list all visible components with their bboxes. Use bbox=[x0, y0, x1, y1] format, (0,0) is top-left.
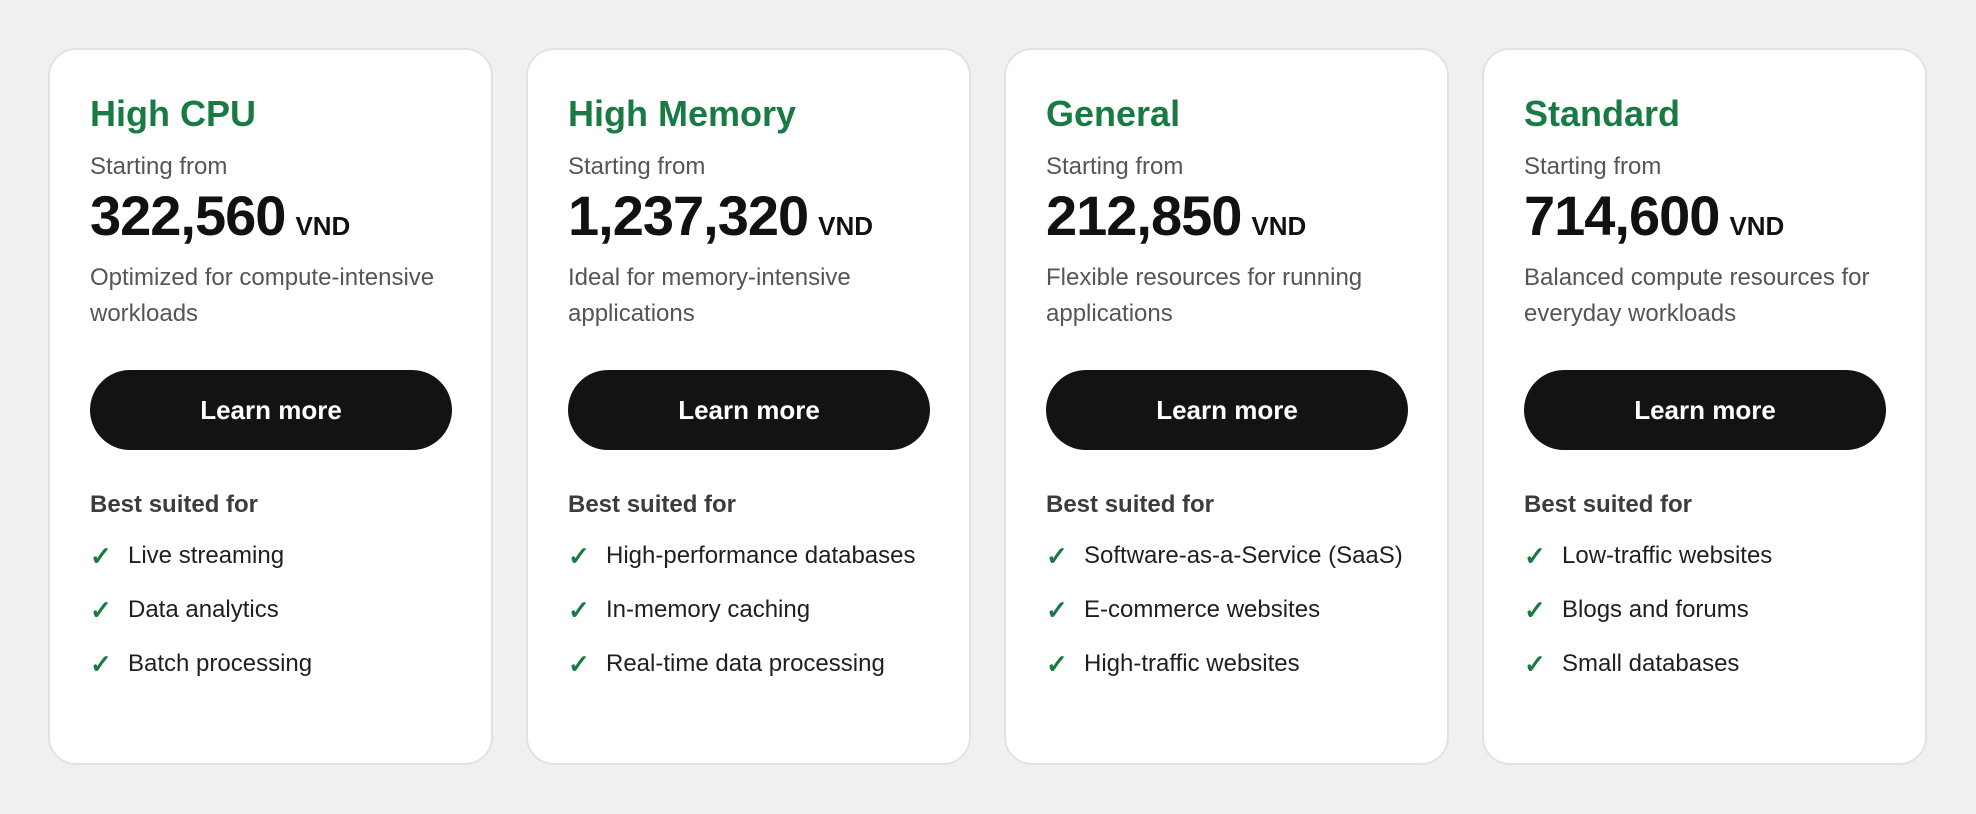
learn-more-button[interactable]: Learn more bbox=[1046, 370, 1408, 450]
feature-text: High-traffic websites bbox=[1084, 650, 1300, 677]
price-currency: VND bbox=[1729, 211, 1785, 241]
price-row: 1,237,320 VND bbox=[568, 184, 929, 248]
plan-description: Flexible resources for running applicati… bbox=[1046, 264, 1363, 327]
feature-text: In-memory caching bbox=[606, 596, 811, 623]
check-icon: ✓ bbox=[90, 541, 112, 571]
feature-item: ✓ In-memory caching bbox=[568, 592, 929, 628]
starting-from-label: Starting from bbox=[90, 153, 228, 180]
learn-more-button[interactable]: Learn more bbox=[1524, 370, 1886, 450]
check-icon: ✓ bbox=[1046, 595, 1068, 625]
price-currency: VND bbox=[818, 211, 874, 241]
feature-text: Low-traffic websites bbox=[1562, 542, 1773, 569]
pricing-cards: High CPU Starting from 322,560 VND Optim… bbox=[48, 48, 1927, 765]
check-icon: ✓ bbox=[568, 541, 590, 571]
feature-item: ✓ Low-traffic websites bbox=[1524, 538, 1885, 574]
feature-list: ✓ Live streaming ✓ Data analytics ✓ Batc… bbox=[90, 538, 451, 682]
feature-item: ✓ Blogs and forums bbox=[1524, 592, 1885, 628]
feature-text: Data analytics bbox=[128, 596, 279, 623]
feature-item: ✓ Batch processing bbox=[90, 646, 451, 682]
feature-item: ✓ High-traffic websites bbox=[1046, 646, 1407, 682]
feature-item: ✓ Real-time data processing bbox=[568, 646, 929, 682]
check-icon: ✓ bbox=[1524, 595, 1546, 625]
price-row: 212,850 VND bbox=[1046, 184, 1407, 248]
price-value: 322,560 bbox=[90, 184, 286, 247]
feature-text: High-performance databases bbox=[606, 542, 916, 569]
price-value: 714,600 bbox=[1524, 184, 1720, 247]
best-suited-heading: Best suited for bbox=[1046, 491, 1215, 518]
starting-from-label: Starting from bbox=[1524, 153, 1662, 180]
feature-text: E-commerce websites bbox=[1084, 596, 1321, 623]
learn-more-button[interactable]: Learn more bbox=[90, 370, 452, 450]
plan-description: Balanced compute resources for everyday … bbox=[1524, 264, 1870, 327]
feature-item: ✓ Small databases bbox=[1524, 646, 1885, 682]
price-currency: VND bbox=[295, 211, 351, 241]
check-icon: ✓ bbox=[568, 649, 590, 679]
feature-text: Small databases bbox=[1562, 650, 1740, 677]
check-icon: ✓ bbox=[1046, 649, 1068, 679]
feature-list: ✓ Software-as-a-Service (SaaS) ✓ E-comme… bbox=[1046, 538, 1407, 682]
feature-item: ✓ Data analytics bbox=[90, 592, 451, 628]
price-row: 322,560 VND bbox=[90, 184, 451, 248]
price-row: 714,600 VND bbox=[1524, 184, 1885, 248]
check-icon: ✓ bbox=[568, 595, 590, 625]
best-suited-heading: Best suited for bbox=[1524, 491, 1693, 518]
check-icon: ✓ bbox=[1524, 649, 1546, 679]
feature-text: Batch processing bbox=[128, 650, 313, 677]
starting-from-label: Starting from bbox=[1046, 153, 1184, 180]
check-icon: ✓ bbox=[90, 649, 112, 679]
feature-text: Live streaming bbox=[128, 542, 285, 569]
feature-list: ✓ High-performance databases ✓ In-memory… bbox=[568, 538, 929, 682]
plan-description: Ideal for memory-intensive applications bbox=[568, 264, 851, 327]
feature-item: ✓ Live streaming bbox=[90, 538, 451, 574]
best-suited-heading: Best suited for bbox=[90, 491, 259, 518]
feature-text: Real-time data processing bbox=[606, 650, 885, 677]
check-icon: ✓ bbox=[1524, 541, 1546, 571]
check-icon: ✓ bbox=[1046, 541, 1068, 571]
plan-name: Standard bbox=[1524, 93, 1681, 134]
feature-text: Blogs and forums bbox=[1562, 596, 1749, 623]
price-value: 212,850 bbox=[1046, 184, 1242, 247]
plan-name: General bbox=[1046, 93, 1181, 134]
plan-name: High Memory bbox=[568, 93, 797, 134]
check-icon: ✓ bbox=[90, 595, 112, 625]
feature-item: ✓ Software-as-a-Service (SaaS) bbox=[1046, 538, 1407, 574]
plan-description: Optimized for compute-intensive workload… bbox=[90, 264, 435, 327]
learn-more-button[interactable]: Learn more bbox=[568, 370, 930, 450]
feature-item: ✓ High-performance databases bbox=[568, 538, 929, 574]
feature-text: Software-as-a-Service (SaaS) bbox=[1084, 542, 1403, 569]
plan-card-high-memory: High Memory Starting from 1,237,320 VND … bbox=[526, 48, 971, 765]
price-value: 1,237,320 bbox=[568, 184, 809, 247]
plan-card-high-cpu: High CPU Starting from 322,560 VND Optim… bbox=[48, 48, 493, 765]
plan-card-standard: Standard Starting from 714,600 VND Balan… bbox=[1482, 48, 1927, 765]
best-suited-heading: Best suited for bbox=[568, 491, 737, 518]
feature-list: ✓ Low-traffic websites ✓ Blogs and forum… bbox=[1524, 538, 1885, 682]
starting-from-label: Starting from bbox=[568, 153, 706, 180]
plan-card-general: General Starting from 212,850 VND Flexib… bbox=[1004, 48, 1449, 765]
price-currency: VND bbox=[1251, 211, 1307, 241]
feature-item: ✓ E-commerce websites bbox=[1046, 592, 1407, 628]
plan-name: High CPU bbox=[90, 93, 256, 134]
